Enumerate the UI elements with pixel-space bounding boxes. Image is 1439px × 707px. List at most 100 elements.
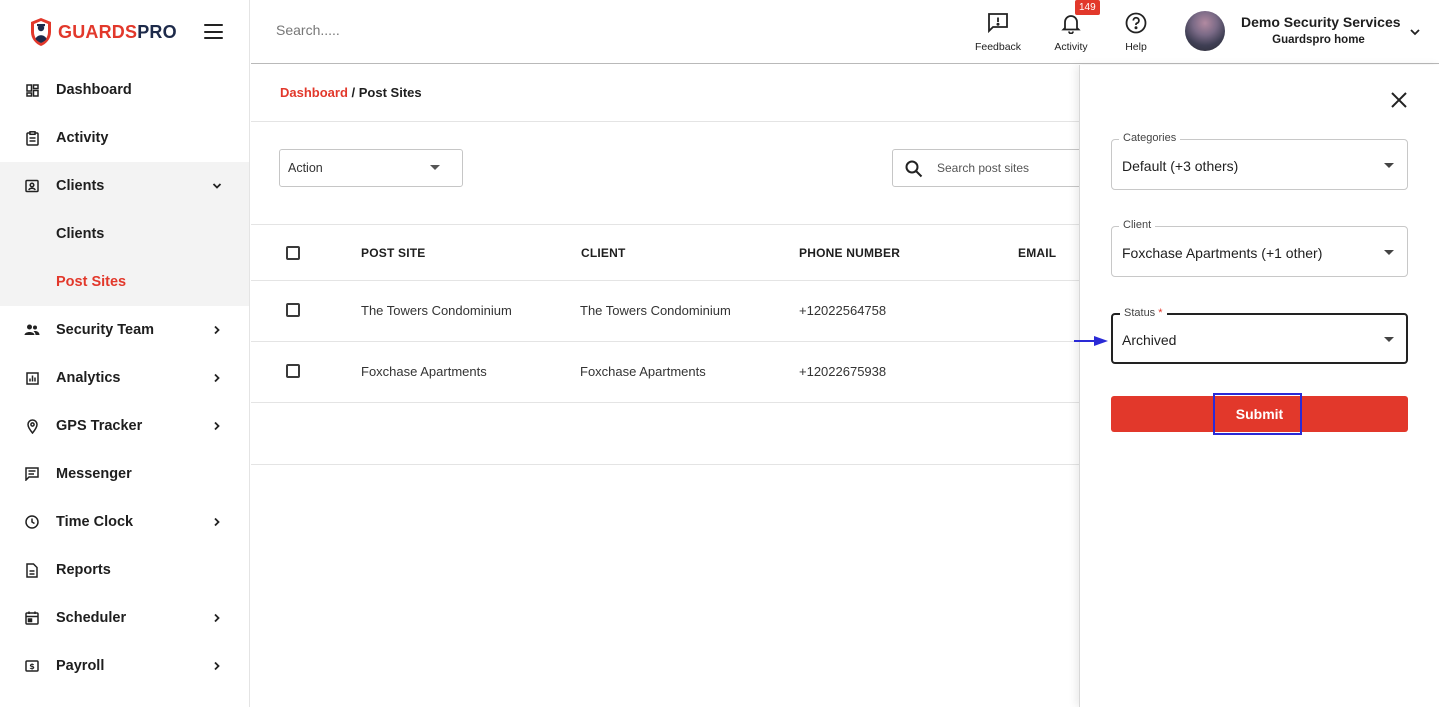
sidebar-item-gps-tracker[interactable]: GPS Tracker (0, 402, 249, 450)
caret-down-icon (1384, 250, 1394, 255)
row-checkbox[interactable] (286, 303, 300, 317)
search-icon (905, 160, 923, 178)
caret-down-icon (1384, 337, 1394, 342)
post-sites-table: POST SITE CLIENT PHONE NUMBER EMAIL The … (251, 224, 1079, 465)
avatar[interactable] (1185, 11, 1225, 51)
status-label: Status * (1120, 307, 1167, 319)
sidebar-item-reports[interactable]: Reports (0, 546, 249, 594)
column-header-phone[interactable]: PHONE NUMBER (799, 246, 900, 260)
sidebar-item-label: Reports (56, 562, 111, 578)
global-search-input[interactable] (276, 22, 576, 38)
sidebar-item-activity[interactable]: Activity (0, 114, 249, 162)
people-icon (24, 322, 40, 338)
org-name: Demo Security Services (1241, 14, 1401, 30)
column-header-client[interactable]: CLIENT (581, 246, 626, 260)
feedback-label: Feedback (974, 41, 1022, 53)
location-pin-icon (24, 418, 40, 434)
notification-badge: 149 (1075, 0, 1100, 15)
client-select[interactable]: Client Foxchase Apartments (+1 other) (1111, 219, 1408, 277)
feedback-button[interactable]: Feedback (968, 12, 1028, 53)
sidebar-item-label: Dashboard (56, 82, 132, 98)
required-marker: * (1158, 307, 1163, 319)
breadcrumb-dashboard-link[interactable]: Dashboard (280, 85, 348, 100)
chevron-right-icon (214, 421, 220, 431)
sidebar-item-dashboard[interactable]: Dashboard (0, 66, 249, 114)
logo-text: GUARDSPRO (58, 21, 177, 42)
help-label: Help (1125, 41, 1147, 53)
sidebar: GUARDSPRO Dashboard Activity Clients Cli… (0, 0, 250, 707)
status-value: Archived (1122, 332, 1177, 348)
breadcrumb-separator: / (347, 85, 359, 100)
sidebar-item-scheduler[interactable]: Scheduler (0, 594, 249, 642)
categories-select[interactable]: Categories Default (+3 others) (1111, 132, 1408, 190)
sidebar-subitem-post-sites[interactable]: Post Sites (0, 258, 249, 306)
chevron-right-icon (214, 517, 220, 527)
sidebar-item-time-clock[interactable]: Time Clock (0, 498, 249, 546)
sidebar-item-analytics[interactable]: Analytics (0, 354, 249, 402)
column-header-post-site[interactable]: POST SITE (361, 246, 425, 260)
chevron-right-icon (214, 613, 220, 623)
sidebar-item-label: GPS Tracker (56, 418, 143, 434)
bar-chart-icon (24, 370, 40, 386)
sidebar-subitem-clients[interactable]: Clients (0, 210, 249, 258)
table-footer (251, 403, 1079, 465)
chevron-right-icon (214, 373, 220, 383)
cell-post-site[interactable]: The Towers Condominium (361, 303, 512, 318)
sidebar-item-label: Security Team (56, 322, 155, 338)
close-icon[interactable] (1390, 91, 1408, 109)
client-label: Client (1119, 219, 1156, 231)
topbar: Feedback 149 Activity Help Demo Security… (251, 0, 1439, 64)
post-sites-search[interactable] (892, 149, 1092, 187)
annotation-arrow-icon (1074, 336, 1108, 346)
cell-post-site[interactable]: Foxchase Apartments (361, 364, 487, 379)
cell-client: The Towers Condominium (580, 303, 731, 318)
action-dropdown[interactable]: Action (279, 149, 463, 187)
money-icon: $ (24, 658, 40, 674)
contact-card-icon (24, 178, 40, 194)
svg-text:$: $ (29, 662, 35, 671)
cell-phone: +12022675938 (799, 364, 887, 379)
sidebar-item-messenger[interactable]: Messenger (0, 450, 249, 498)
chevron-right-icon (214, 661, 220, 671)
message-icon (24, 466, 40, 482)
table-row[interactable]: The Towers Condominium The Towers Condom… (251, 281, 1079, 342)
clock-icon (24, 514, 40, 530)
post-sites-search-input[interactable] (937, 161, 1087, 175)
client-value: Foxchase Apartments (+1 other) (1122, 245, 1323, 261)
chevron-down-icon[interactable] (1409, 26, 1421, 38)
row-checkbox[interactable] (286, 364, 300, 378)
highlight-box (1213, 393, 1302, 435)
breadcrumb-current: Post Sites (358, 85, 422, 100)
table-row[interactable]: Foxchase Apartments Foxchase Apartments … (251, 342, 1079, 403)
sidebar-item-label: Time Clock (56, 514, 134, 530)
sidebar-item-label: Payroll (56, 658, 105, 674)
filter-drawer: Categories Default (+3 others) Client Fo… (1074, 65, 1439, 707)
shield-logo-icon (31, 18, 51, 46)
column-header-email[interactable]: EMAIL (1018, 246, 1056, 260)
menu-toggle-icon[interactable] (204, 24, 223, 39)
sidebar-item-security-team[interactable]: Security Team (0, 306, 249, 354)
sidebar-item-label: Activity (56, 130, 109, 146)
org-subtitle: Guardspro home (1272, 34, 1365, 46)
caret-down-icon (430, 165, 440, 170)
sidebar-item-clients[interactable]: Clients (0, 162, 249, 210)
activity-label: Activity (1054, 41, 1088, 53)
sidebar-item-label: Scheduler (56, 610, 127, 626)
sidebar-item-payroll[interactable]: $ Payroll (0, 642, 249, 690)
select-all-checkbox[interactable] (286, 246, 300, 260)
main-content: Dashboard / Post Sites Action POST SITE … (251, 65, 1092, 707)
activity-button[interactable]: 149 Activity (1041, 0, 1101, 53)
logo[interactable]: GUARDSPRO (0, 0, 249, 64)
breadcrumb: Dashboard / Post Sites (280, 85, 422, 100)
sidebar-item-label: Analytics (56, 370, 121, 386)
sidebar-item-label: Messenger (56, 466, 132, 482)
cell-client: Foxchase Apartments (580, 364, 706, 379)
sidebar-group-clients: Clients Clients Post Sites (0, 162, 249, 306)
status-select[interactable]: Status * Archived (1111, 307, 1408, 364)
sidebar-item-label: Clients (56, 178, 105, 194)
bell-icon (1061, 15, 1081, 34)
help-button[interactable]: Help (1106, 12, 1166, 53)
submit-button[interactable]: Submit (1111, 393, 1408, 435)
table-header: POST SITE CLIENT PHONE NUMBER EMAIL (251, 224, 1079, 281)
chevron-down-icon (212, 183, 222, 189)
